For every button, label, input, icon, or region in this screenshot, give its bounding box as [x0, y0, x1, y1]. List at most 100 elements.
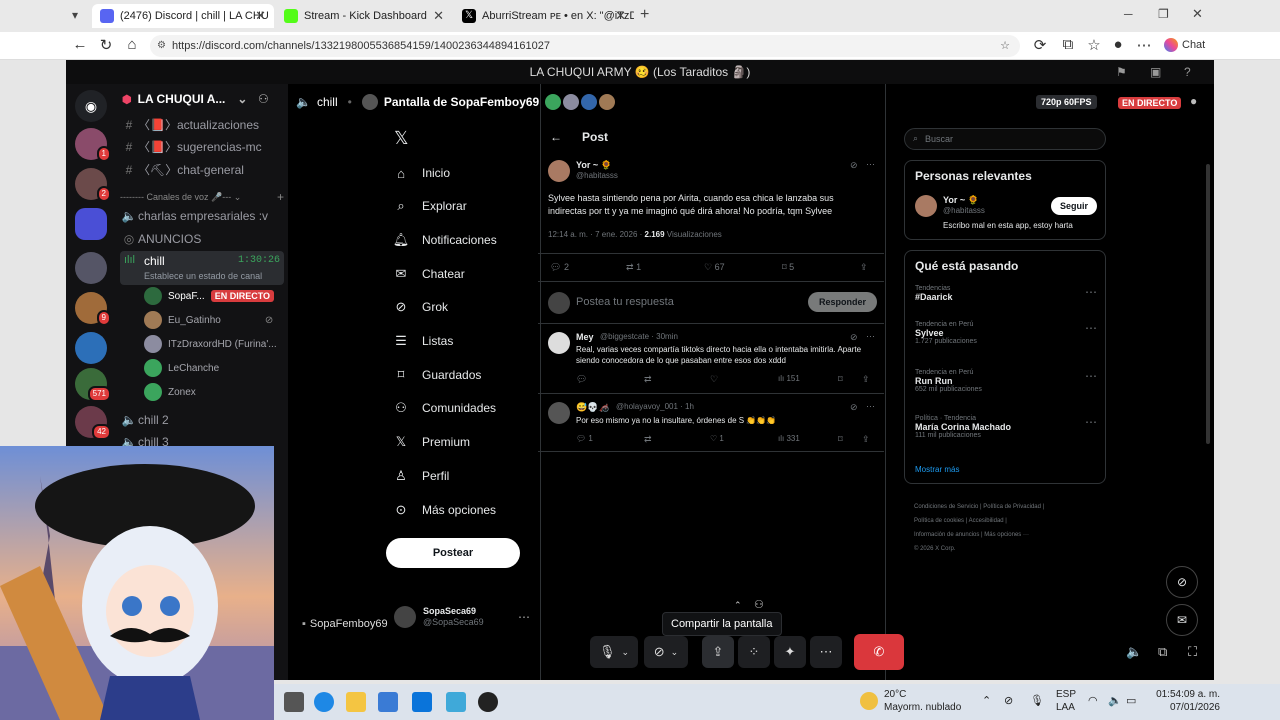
file-explorer-icon[interactable] [346, 692, 366, 712]
trend-item[interactable]: Tendencia en Perú Sylvee 1.727 publicacion… [915, 321, 1095, 345]
discord-home-icon[interactable]: ◉ [75, 90, 107, 122]
post-button[interactable]: Postear [386, 538, 520, 568]
views-action[interactable]: ılı 331 [778, 434, 800, 443]
profile-avatar-icon[interactable]: ● [1108, 36, 1128, 53]
footer-link[interactable]: Más opciones ··· [984, 532, 1029, 538]
more-icon[interactable]: ⋯ [866, 159, 875, 170]
post-handle[interactable]: @habitasss [576, 171, 618, 180]
task-view-icon[interactable] [284, 692, 304, 712]
more-icon[interactable]: ⋯ [866, 401, 875, 412]
server-icon[interactable]: 42 [75, 406, 111, 440]
person-name[interactable]: Yor ~ 🌻 [943, 195, 979, 206]
close-icon[interactable]: ✕ [615, 8, 626, 24]
show-more-link[interactable]: Mostrar más [915, 465, 959, 474]
views-action[interactable]: ılı 151 [778, 374, 800, 383]
tab-menu-icon[interactable]: ▾ [72, 8, 88, 24]
server-icon[interactable]: 571 [75, 368, 111, 402]
fullscreen-icon[interactable]: ⛶ [1188, 644, 1197, 660]
bookmark-icon[interactable]: ⌑ [838, 374, 843, 385]
more-icon[interactable]: ⋯ [1085, 285, 1097, 299]
add-friend-icon[interactable]: ⚇ [258, 92, 269, 106]
trend-item[interactable]: Política · Tendencia María Corina Machado… [915, 415, 1095, 439]
copilot-chat-button[interactable]: Chat [1164, 38, 1205, 52]
trend-item[interactable]: Tendencia en Perú Run Run 652 mil publicac… [915, 369, 1095, 393]
x-nav-grok[interactable]: ⊘ Grok [392, 296, 448, 318]
chevron-up-icon[interactable]: ⌃ [982, 694, 991, 707]
grok-fab-icon[interactable]: ⊘ [1166, 566, 1198, 598]
grok-icon[interactable]: ⊘ [850, 160, 858, 171]
footer-link[interactable]: Información de anuncios [914, 532, 979, 538]
site-info-icon[interactable]: ⚙ [157, 35, 166, 57]
x-nav-premium[interactable]: 𝕏 Premium [392, 431, 470, 453]
x-nav-chat[interactable]: ✉ Chatear [392, 263, 465, 285]
reply-input[interactable]: Postea tu respuesta [576, 296, 674, 308]
soundboard-button[interactable]: ✦ [774, 636, 806, 668]
channel-item[interactable]: # 〈📕〉actualizaciones [120, 114, 284, 136]
window-close-icon[interactable]: ✕ [1192, 6, 1203, 22]
store-icon[interactable] [378, 692, 398, 712]
footer-link[interactable]: Política de Privacidad [983, 504, 1041, 510]
clock-time[interactable]: 01:54:09 a. m. [1140, 689, 1220, 700]
more-menu-icon[interactable]: ⋯ [1134, 36, 1154, 54]
disconnect-button[interactable]: ✆ [854, 634, 904, 670]
more-icon[interactable]: ⋯ [1085, 369, 1097, 383]
x-nav-explore[interactable]: ⌕ Explorar [392, 195, 466, 217]
voice-channel[interactable]: ◎ ANUNCIOS [120, 228, 284, 250]
microphone-icon[interactable]: 🎙︎ [1030, 694, 1044, 707]
active-voice-channel[interactable]: ılıl chill 1:30:26 Establece un estado d… [120, 251, 284, 285]
x-nav-home[interactable]: ⌂ Inicio [392, 162, 450, 184]
repost-action[interactable]: ⇄ 1 [626, 262, 641, 273]
server-icon[interactable]: 2 [75, 168, 111, 202]
voice-member[interactable]: LeChanche [144, 357, 219, 379]
server-icon[interactable] [75, 332, 107, 364]
camera-button[interactable]: ⊘ ⌄ [644, 636, 688, 668]
share-icon[interactable]: ⇪ [862, 374, 870, 385]
help-icon[interactable]: ? [1184, 60, 1191, 84]
x-search-field[interactable]: ⌕ Buscar [904, 128, 1106, 150]
share-icon[interactable]: ⇪ [860, 262, 868, 273]
post-author[interactable]: Mey [576, 332, 594, 342]
reply-button[interactable]: Responder [808, 292, 878, 312]
favorites-icon[interactable]: ☆ [1084, 36, 1104, 54]
server-header[interactable]: ⬢ LA CHUQUI A... ⌄ [122, 92, 247, 106]
volume-icon[interactable]: 🔈 [1108, 694, 1122, 707]
heart-icon[interactable]: ♡ [710, 374, 718, 385]
back-icon[interactable]: ← [70, 36, 90, 53]
extensions-icon[interactable]: ⧉ [1058, 36, 1078, 53]
more-options-button[interactable]: ⋯ [810, 636, 842, 668]
channel-item[interactable]: # 〈⛏〉chat-general [120, 159, 284, 181]
scrollbar[interactable] [1206, 164, 1210, 444]
repost-icon[interactable]: ⇄ [644, 434, 652, 445]
inbox-flag-icon[interactable]: ⚑ [1116, 60, 1127, 84]
voice-channel[interactable]: 🔈 chill 2 [120, 409, 284, 431]
screen-icon[interactable]: ▣ [1150, 60, 1161, 84]
minimize-icon[interactable]: ─ [1124, 7, 1133, 21]
favorite-star-icon[interactable]: ☆ [1000, 35, 1010, 57]
close-icon[interactable]: ✕ [255, 8, 266, 24]
reply-icon[interactable]: 💬︎ [576, 374, 587, 385]
x-nav-bookmarks[interactable]: ⌑ Guardados [392, 364, 482, 386]
chat-bubble-icon[interactable]: ● [1190, 94, 1197, 108]
x-nav-communities[interactable]: ⚇ Comunidades [392, 397, 496, 419]
reply-action[interactable]: 💬︎ 1 [576, 434, 593, 443]
voice-member[interactable]: ITzDraxordHD (Furina'... [144, 333, 277, 355]
like-action[interactable]: ♡ 67 [704, 262, 725, 273]
server-icon[interactable]: 1 [75, 128, 111, 162]
footer-link[interactable]: Condiciones de Servicio [914, 504, 978, 510]
grok-icon[interactable]: ⊘ [850, 332, 858, 343]
x-nav-notifications[interactable]: 🔔︎ Notificaciones [392, 229, 497, 251]
server-icon[interactable] [75, 252, 107, 284]
like-action[interactable]: ♡ 1 [710, 434, 724, 443]
reload-icon[interactable]: ↻ [96, 36, 116, 54]
chevron-up-icon[interactable]: ⌃ [734, 600, 742, 611]
tab-discord[interactable]: (2476) Discord | chill | LA CHU ✕ [92, 4, 274, 28]
language-code[interactable]: ESP [1056, 689, 1076, 700]
new-tab-icon[interactable]: + [640, 6, 649, 24]
post-author[interactable]: Yor ~ 🌻 [576, 160, 612, 171]
tab-x[interactable]: 𝕏 AburriStream ᴘᴇ • en X: "@iTzDrax ✕ [454, 4, 634, 28]
x-nav-more[interactable]: ⊙ Más opciones [392, 499, 497, 521]
reply-action[interactable]: 💬︎ 2 [550, 262, 569, 273]
share-screen-button[interactable]: ⇪ [702, 636, 734, 668]
voice-member[interactable]: Zonex [144, 381, 196, 403]
messages-fab-icon[interactable]: ✉ [1166, 604, 1198, 636]
